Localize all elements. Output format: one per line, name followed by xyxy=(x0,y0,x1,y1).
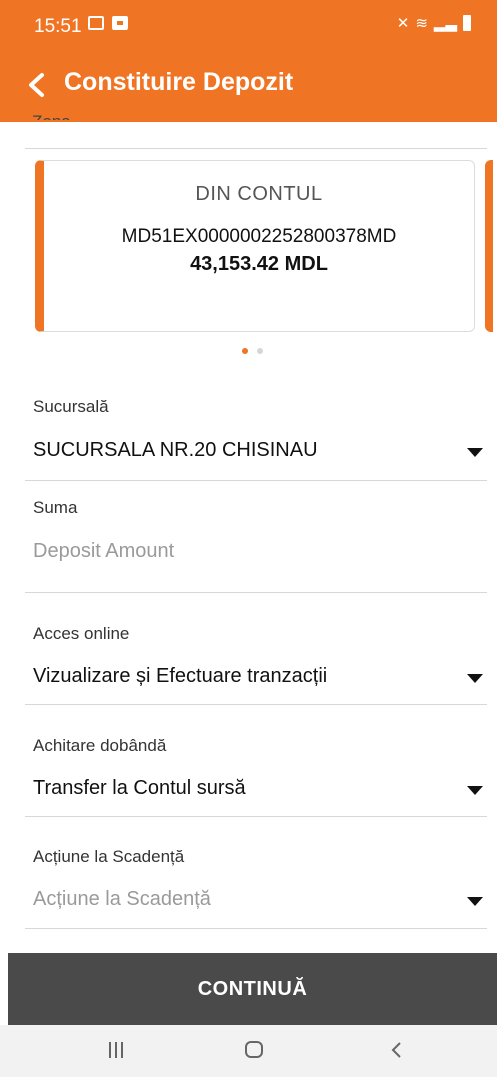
app-bar: Constituire Depozit xyxy=(0,48,497,122)
online-access-label: Acces online xyxy=(33,624,130,643)
clipped-field-label: Zona xyxy=(32,112,71,131)
online-access-dropdown[interactable]: Acces online Vizualizare și Efectuare tr… xyxy=(33,624,493,687)
divider xyxy=(25,816,487,817)
divider xyxy=(25,928,487,929)
branch-dropdown[interactable]: Sucursală SUCURSALA NR.20 CHISINAU xyxy=(33,397,493,461)
divider xyxy=(25,592,487,593)
dropdown-caret-icon xyxy=(467,897,483,906)
wifi-icon: ≋ xyxy=(415,15,428,32)
account-iban: MD51EX0000002252800378MD xyxy=(121,226,397,247)
gallery-notification-icon xyxy=(88,16,104,30)
interest-payment-label: Achitare dobândă xyxy=(33,736,167,755)
system-nav-bar xyxy=(0,1025,497,1077)
status-bar: 15:51 ✕ ≋ ▂▃ xyxy=(0,0,497,48)
branch-label: Sucursală xyxy=(33,397,109,416)
dropdown-caret-icon xyxy=(467,786,483,795)
amount-input[interactable]: Deposit Amount xyxy=(33,540,174,563)
nav-back-icon[interactable] xyxy=(390,1040,404,1060)
interest-payment-dropdown[interactable]: Achitare dobândă Transfer la Contul surs… xyxy=(33,736,493,799)
carousel-indicator xyxy=(242,348,263,354)
interest-payment-value: Transfer la Contul sursă xyxy=(33,777,246,799)
carousel-dot xyxy=(257,348,263,354)
amount-label: Suma xyxy=(33,498,78,517)
maturity-action-label: Acțiune la Scadență xyxy=(33,847,185,866)
divider xyxy=(25,148,487,149)
maturity-action-dropdown[interactable]: Acțiune la Scadență Acțiune la Scadență xyxy=(33,847,493,910)
dropdown-caret-icon xyxy=(467,674,483,683)
home-icon[interactable] xyxy=(245,1041,263,1058)
account-balance: 43,153.42 MDL xyxy=(190,253,328,275)
maturity-action-value: Acțiune la Scadență xyxy=(33,888,211,910)
recent-apps-icon[interactable] xyxy=(109,1042,123,1058)
dropdown-caret-icon xyxy=(467,448,483,457)
app-notification-icon xyxy=(112,16,128,30)
divider xyxy=(25,480,487,481)
divider xyxy=(25,704,487,705)
page-title: Constituire Depozit xyxy=(64,68,294,96)
branch-value: SUCURSALA NR.20 CHISINAU xyxy=(33,439,318,461)
back-arrow-icon[interactable] xyxy=(24,70,52,100)
amount-field[interactable]: Suma Deposit Amount xyxy=(33,498,493,562)
battery-icon xyxy=(463,15,471,31)
next-account-card[interactable] xyxy=(485,160,497,332)
online-access-value: Vizualizare și Efectuare tranzacții xyxy=(33,665,328,687)
continue-button[interactable]: CONTINUĂ xyxy=(8,953,497,1025)
mute-icon: ✕ xyxy=(396,15,410,32)
card-label: DIN CONTUL xyxy=(195,183,323,205)
status-time: 15:51 xyxy=(34,16,82,37)
carousel-dot-active xyxy=(242,348,248,354)
account-card[interactable]: DIN CONTUL MD51EX0000002252800378MD 43,1… xyxy=(35,160,475,332)
signal-icon: ▂▃ xyxy=(433,15,457,32)
